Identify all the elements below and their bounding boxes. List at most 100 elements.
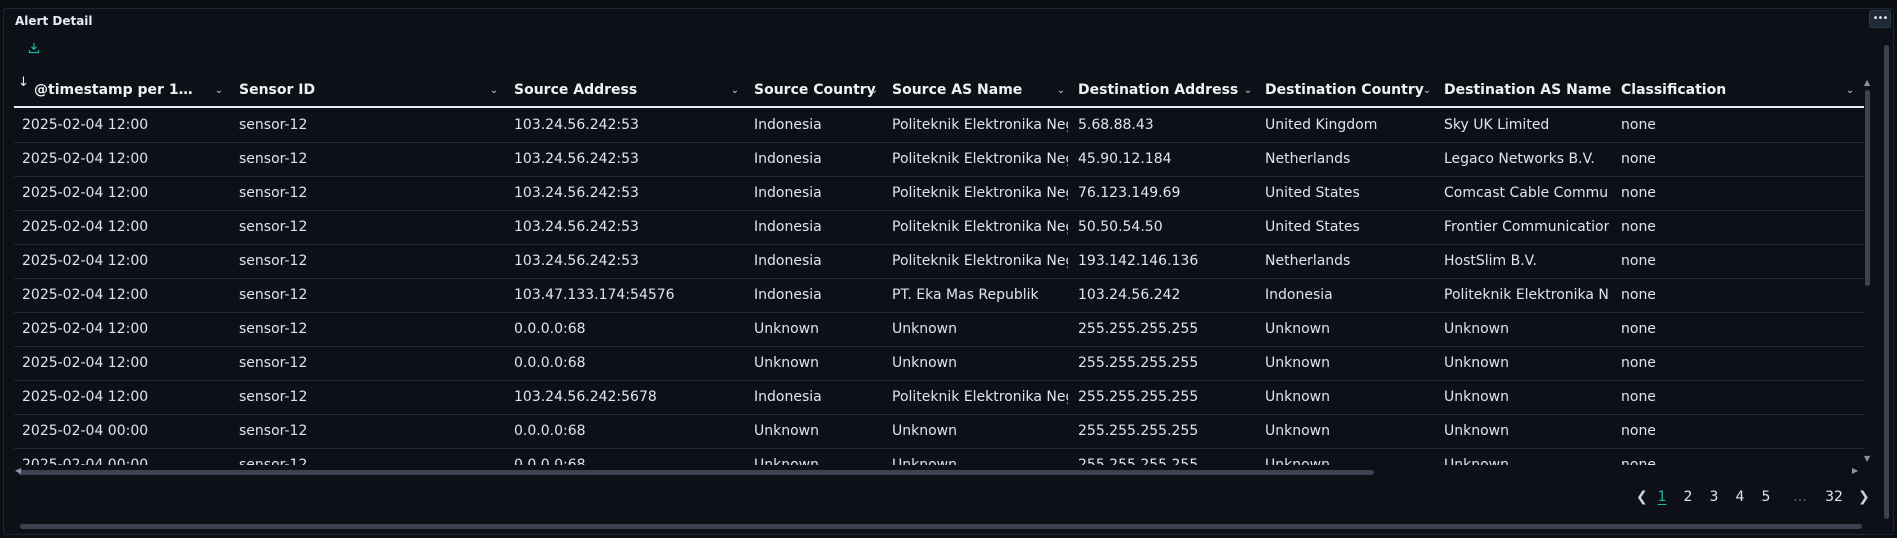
page-2[interactable]: 2	[1680, 487, 1696, 507]
column-header-destination-country[interactable]: Destination Country	[1265, 75, 1435, 106]
column-header-source-country[interactable]: Source Country	[754, 75, 886, 106]
cell-destination-address: 5.68.88.43	[1078, 117, 1154, 133]
cell-destination-as-name: Unknown	[1444, 457, 1509, 465]
cell-timestamp: 2025-02-04 12:00	[22, 355, 149, 371]
column-header-source-address[interactable]: Source Address	[514, 75, 734, 106]
cell-source-country: Indonesia	[754, 219, 822, 235]
cell-destination-country: Unknown	[1265, 355, 1330, 371]
cell-destination-country: Netherlands	[1265, 151, 1351, 167]
cell-destination-country: Unknown	[1265, 389, 1330, 405]
column-header-destination-as-name[interactable]: Destination AS Name	[1444, 75, 1614, 106]
cell-classification: none	[1621, 151, 1656, 167]
cell-destination-address: 255.255.255.255	[1078, 355, 1199, 371]
chevron-down-icon[interactable]: ⌄	[1242, 75, 1254, 106]
chevron-down-icon[interactable]: ⌄	[213, 75, 225, 106]
table-row[interactable]: 2025-02-04 12:00 sensor-12 103.24.56.242:5…	[14, 381, 1864, 415]
column-header-classification[interactable]: Classification	[1621, 75, 1821, 106]
cell-source-as-name: Unknown	[892, 457, 957, 465]
scroll-left-icon[interactable]: ◀	[15, 466, 21, 475]
cell-classification: none	[1621, 219, 1656, 235]
page-3[interactable]: 3	[1706, 487, 1722, 507]
cell-destination-address: 255.255.255.255	[1078, 321, 1199, 337]
cell-source-as-name: Politeknik Elektronika Neg	[892, 185, 1068, 201]
cell-destination-as-name: Unknown	[1444, 423, 1509, 439]
vertical-scrollbar[interactable]	[1865, 90, 1870, 286]
cell-timestamp: 2025-02-04 00:00	[22, 457, 149, 465]
column-header-label: Source Address	[514, 82, 638, 98]
table-row[interactable]: 2025-02-04 12:00 sensor-12 103.24.56.242:5…	[14, 143, 1864, 177]
scroll-right-icon[interactable]: ▶	[1852, 466, 1858, 475]
table-header: ↓ @timestamp per 12 h... ⌄ Sensor ID ⌄ S…	[14, 75, 1864, 108]
chevron-down-icon[interactable]: ⌄	[1844, 75, 1856, 106]
page-4[interactable]: 4	[1732, 487, 1748, 507]
table-row[interactable]: 2025-02-04 12:00 sensor-12 0.0.0.0:68 Unkno…	[14, 347, 1864, 381]
cell-source-address: 103.24.56.242:5678	[514, 389, 657, 405]
cell-classification: none	[1621, 287, 1656, 303]
cell-sensor-id: sensor-12	[239, 185, 308, 201]
cell-source-address: 0.0.0.0:68	[514, 457, 586, 465]
cell-classification: none	[1621, 253, 1656, 269]
cell-destination-country: United States	[1265, 219, 1360, 235]
cell-source-country: Indonesia	[754, 287, 822, 303]
chevron-left-icon[interactable]: ❮	[1636, 487, 1648, 507]
cell-destination-country: Unknown	[1265, 423, 1330, 439]
page-5[interactable]: 5	[1758, 487, 1774, 507]
cell-source-address: 103.47.133.174:54576	[514, 287, 675, 303]
chevron-right-icon[interactable]: ❯	[1858, 487, 1870, 507]
table-row[interactable]: 2025-02-04 12:00 sensor-12 103.24.56.242:5…	[14, 211, 1864, 245]
scroll-up-icon[interactable]: ▲	[1864, 78, 1870, 87]
chevron-down-icon[interactable]: ⌄	[1421, 75, 1433, 106]
cell-destination-address: 193.142.146.136	[1078, 253, 1199, 269]
column-header-source-as-name[interactable]: Source AS Name	[892, 75, 1052, 106]
cell-classification: none	[1621, 355, 1656, 371]
cell-source-country: Unknown	[754, 321, 819, 337]
column-header-label: Destination AS Name	[1444, 82, 1612, 98]
table-row[interactable]: 2025-02-04 12:00 sensor-12 103.47.133.174:…	[14, 279, 1864, 313]
cell-classification: none	[1621, 423, 1656, 439]
table-row[interactable]: 2025-02-04 12:00 sensor-12 103.24.56.242:5…	[14, 245, 1864, 279]
cell-source-address: 0.0.0.0:68	[514, 321, 586, 337]
cell-source-as-name: Politeknik Elektronika Neg	[892, 253, 1068, 269]
cell-sensor-id: sensor-12	[239, 457, 308, 465]
cell-destination-address: 255.255.255.255	[1078, 423, 1199, 439]
page-last[interactable]: 32	[1823, 487, 1845, 507]
cell-classification: none	[1621, 117, 1656, 133]
cell-destination-as-name: Unknown	[1444, 389, 1509, 405]
horizontal-scrollbar[interactable]	[18, 470, 1374, 475]
cell-destination-country: Indonesia	[1265, 287, 1333, 303]
cell-destination-as-name: Legaco Networks B.V.	[1444, 151, 1595, 167]
cell-timestamp: 2025-02-04 12:00	[22, 185, 149, 201]
chevron-down-icon[interactable]: ⌄	[729, 75, 741, 106]
cell-timestamp: 2025-02-04 12:00	[22, 151, 149, 167]
column-header-destination-address[interactable]: Destination Address	[1078, 75, 1248, 106]
chevron-down-icon[interactable]: ⌄	[488, 75, 500, 106]
scroll-down-icon[interactable]: ▼	[1864, 454, 1870, 463]
table-row[interactable]: 2025-02-04 00:00 sensor-12 0.0.0.0:68 Unkno…	[14, 449, 1864, 465]
cell-source-as-name: Politeknik Elektronika Neg	[892, 219, 1068, 235]
panel-horizontal-scrollbar[interactable]	[20, 524, 1862, 529]
cell-destination-country: Unknown	[1265, 321, 1330, 337]
sort-descending-icon[interactable]: ↓	[18, 75, 29, 90]
cell-source-country: Indonesia	[754, 117, 822, 133]
cell-destination-country: Netherlands	[1265, 253, 1351, 269]
download-icon[interactable]	[26, 40, 42, 56]
chevron-down-icon[interactable]: ⌄	[1598, 75, 1610, 106]
alert-table: ↓ @timestamp per 12 h... ⌄ Sensor ID ⌄ S…	[14, 75, 1864, 465]
chevron-down-icon[interactable]: ⌄	[1055, 75, 1067, 106]
chevron-down-icon[interactable]: ⌄	[868, 75, 880, 106]
column-header-label: Destination Country	[1265, 82, 1424, 98]
table-row[interactable]: 2025-02-04 12:00 sensor-12 103.24.56.242:5…	[14, 109, 1864, 143]
cell-destination-as-name: Unknown	[1444, 355, 1509, 371]
cell-source-address: 103.24.56.242:53	[514, 185, 639, 201]
column-header-sensor-id[interactable]: Sensor ID	[239, 75, 419, 106]
page-1[interactable]: 1	[1654, 487, 1670, 507]
cell-sensor-id: sensor-12	[239, 423, 308, 439]
panel-vertical-scrollbar[interactable]	[1884, 45, 1889, 519]
column-header-timestamp[interactable]: @timestamp per 12 h...	[34, 75, 199, 106]
cell-destination-country: United Kingdom	[1265, 117, 1378, 133]
cell-source-address: 103.24.56.242:53	[514, 117, 639, 133]
table-row[interactable]: 2025-02-04 00:00 sensor-12 0.0.0.0:68 Unkno…	[14, 415, 1864, 449]
table-row[interactable]: 2025-02-04 12:00 sensor-12 103.24.56.242:5…	[14, 177, 1864, 211]
ellipsis-icon[interactable]: •••	[1869, 10, 1891, 28]
table-row[interactable]: 2025-02-04 12:00 sensor-12 0.0.0.0:68 Unkno…	[14, 313, 1864, 347]
